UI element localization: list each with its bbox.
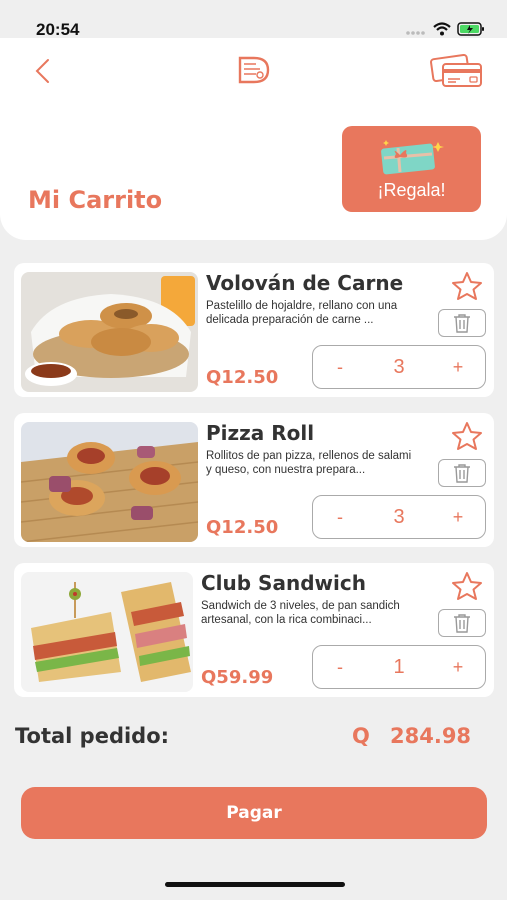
status-bar: 20:54 bbox=[0, 0, 507, 39]
restaurant-logo-icon bbox=[236, 54, 272, 86]
quantity-stepper: - 3 + bbox=[312, 345, 486, 389]
item-price: Q59.99 bbox=[201, 667, 274, 688]
increase-button[interactable]: + bbox=[433, 496, 483, 538]
pay-button[interactable]: Pagar bbox=[21, 787, 487, 839]
quantity-stepper: - 3 + bbox=[312, 495, 486, 539]
item-name: Volován de Carne bbox=[206, 271, 404, 295]
gift-label: ¡Regala! bbox=[377, 180, 446, 200]
decrease-button[interactable]: - bbox=[315, 496, 365, 538]
quantity-stepper: - 1 + bbox=[312, 645, 486, 689]
item-price: Q12.50 bbox=[206, 367, 279, 388]
cart-item: Club Sandwich Sandwich de 3 niveles, de … bbox=[14, 563, 494, 697]
product-image-pizza-roll bbox=[21, 422, 198, 542]
star-icon[interactable] bbox=[451, 271, 483, 301]
quantity-value: 3 bbox=[393, 356, 405, 378]
item-description: Rollitos de pan pizza, rellenos de salam… bbox=[206, 450, 412, 476]
header-card: Mi Carrito ¡Regala! bbox=[0, 38, 507, 240]
increase-button[interactable]: + bbox=[433, 646, 483, 688]
cart-item: Pizza Roll Rollitos de pan pizza, rellen… bbox=[14, 413, 494, 547]
gift-button[interactable]: ¡Regala! bbox=[342, 126, 481, 212]
star-icon[interactable] bbox=[451, 571, 483, 601]
page-title: Mi Carrito bbox=[28, 186, 163, 214]
delete-button[interactable] bbox=[438, 309, 486, 337]
decrease-button[interactable]: - bbox=[315, 346, 365, 388]
increase-button[interactable]: + bbox=[433, 346, 483, 388]
item-price: Q12.50 bbox=[206, 517, 279, 538]
delete-button[interactable] bbox=[438, 459, 486, 487]
quantity-value: 1 bbox=[393, 656, 405, 678]
chevron-left-icon bbox=[35, 59, 49, 83]
item-description: Pastelillo de hojaldre, rellano con una … bbox=[206, 300, 398, 326]
gift-card-icon bbox=[378, 138, 446, 176]
status-time: 20:54 bbox=[36, 20, 80, 39]
back-button[interactable] bbox=[30, 56, 56, 86]
quantity-value: 3 bbox=[393, 506, 405, 528]
credit-cards-icon bbox=[430, 53, 482, 87]
decrease-button[interactable]: - bbox=[315, 646, 365, 688]
home-indicator bbox=[165, 882, 345, 887]
payment-cards-button[interactable] bbox=[429, 53, 483, 88]
cart-item: Volován de Carne Pastelillo de hojaldre,… bbox=[14, 263, 494, 397]
item-description: Sandwich de 3 niveles, de pan sandich ar… bbox=[201, 600, 400, 626]
trash-icon bbox=[454, 614, 470, 633]
product-image-volovan bbox=[21, 272, 198, 392]
delete-button[interactable] bbox=[438, 609, 486, 637]
trash-icon bbox=[454, 314, 470, 333]
item-name: Club Sandwich bbox=[201, 571, 366, 595]
total-label: Total pedido: bbox=[15, 724, 170, 748]
total-currency: Q bbox=[352, 724, 370, 748]
total-value: 284.98 bbox=[390, 724, 472, 748]
star-icon[interactable] bbox=[451, 421, 483, 451]
product-image-club-sandwich bbox=[21, 572, 193, 692]
item-name: Pizza Roll bbox=[206, 421, 315, 445]
trash-icon bbox=[454, 464, 470, 483]
